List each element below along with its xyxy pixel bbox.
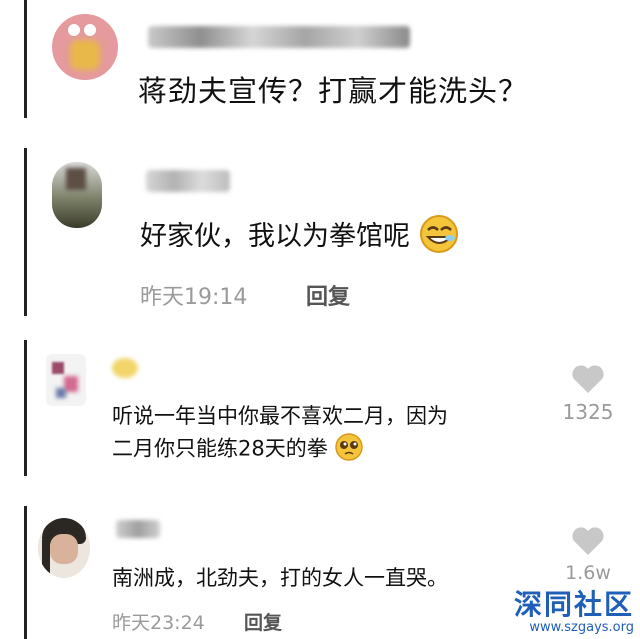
heart-icon <box>572 365 604 393</box>
like-count: 1.6w <box>565 562 611 584</box>
like-button[interactable]: 1.6w <box>558 526 618 584</box>
thread-line <box>24 0 27 118</box>
like-button[interactable]: 1325 <box>558 364 618 424</box>
comment-card-1: 蒋劲夫宣传？打赢才能洗头？ <box>0 0 640 122</box>
username-pixelated[interactable] <box>146 170 230 192</box>
thread-line <box>24 340 27 476</box>
reply-button[interactable]: 回复 <box>306 279 350 311</box>
watermark-url: www.szgays.org <box>529 620 634 635</box>
username-pixelated[interactable] <box>112 358 138 378</box>
heart-icon <box>572 527 604 555</box>
comment-text-line-2: 二月你只能练28天的拳 <box>112 432 364 467</box>
thread-line <box>24 506 27 639</box>
timestamp: 昨天23:24 <box>112 612 205 634</box>
comment-text: 南洲成，北劲夫，打的女人一直哭。 <box>112 566 448 590</box>
watermark: 深同社区 www.szgays.org <box>514 589 634 635</box>
comment-text-label: 好家伙，我以为拳馆呢 <box>140 221 410 252</box>
avatar[interactable] <box>52 162 102 228</box>
comment-text: 蒋劲夫宣传？打赢才能洗头？ <box>138 74 529 108</box>
comment-card-3: 听说一年当中你最不喜欢二月，因为 二月你只能练28天的拳 1325 <box>0 340 640 490</box>
avatar[interactable] <box>46 354 86 406</box>
reply-button[interactable]: 回复 <box>244 608 282 635</box>
watermark-title: 深同社区 <box>513 588 634 621</box>
like-count: 1325 <box>562 400 614 424</box>
comment-text-label: 二月你只能练28天的拳 <box>112 436 328 461</box>
comment-text: 好家伙，我以为拳馆呢 <box>140 214 459 261</box>
avatar[interactable] <box>52 14 118 80</box>
grinning-face-icon <box>419 214 459 261</box>
username-pixelated[interactable] <box>116 520 160 538</box>
thread-line <box>24 148 27 316</box>
timestamp: 昨天19:14 <box>140 285 248 310</box>
comment-text-line-1: 听说一年当中你最不喜欢二月，因为 <box>112 404 448 428</box>
username-pixelated[interactable] <box>148 26 410 48</box>
pleading-face-icon <box>334 432 364 467</box>
comment-card-2: 好家伙，我以为拳馆呢 昨天19:14 回复 <box>0 148 640 323</box>
avatar[interactable] <box>38 518 90 578</box>
